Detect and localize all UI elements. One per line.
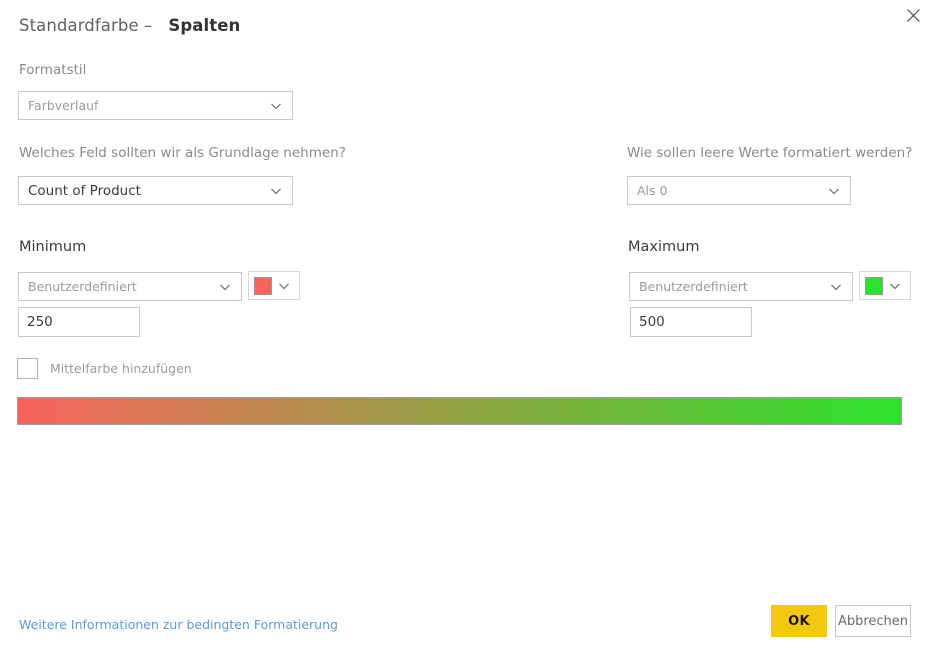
- empty-values-dropdown[interactable]: Als 0: [627, 176, 851, 205]
- minimum-mode-value: Benutzerdefiniert: [28, 279, 137, 294]
- dialog-header-prefix: Standardfarbe –: [19, 16, 153, 35]
- chevron-down-icon: [277, 279, 291, 293]
- format-style-value: Farbverlauf: [28, 98, 99, 113]
- learn-more-link[interactable]: Weitere Informationen zur bedingten Form…: [19, 617, 338, 632]
- format-style-label: Formatstil: [19, 62, 87, 78]
- chevron-down-icon: [829, 280, 843, 294]
- empty-values-value: Als 0: [637, 183, 668, 198]
- minimum-color-picker[interactable]: [248, 271, 300, 300]
- chevron-down-icon: [269, 184, 283, 198]
- color-swatch-icon: [254, 276, 272, 295]
- cancel-button[interactable]: Abbrechen: [835, 605, 911, 637]
- dialog-header-title: Spalten: [168, 16, 241, 35]
- maximum-mode-value: Benutzerdefiniert: [639, 279, 748, 294]
- minimum-section-label: Minimum: [19, 239, 87, 255]
- chevron-down-icon: [269, 99, 283, 113]
- minimum-mode-dropdown[interactable]: Benutzerdefiniert: [18, 272, 242, 301]
- dialog-header: Standardfarbe – Spalten: [19, 16, 240, 35]
- add-middle-color-checkbox[interactable]: [17, 358, 38, 379]
- ok-button[interactable]: OK: [771, 605, 827, 637]
- maximum-mode-dropdown[interactable]: Benutzerdefiniert: [629, 272, 853, 301]
- maximum-section-label: Maximum: [628, 239, 700, 255]
- color-swatch-icon: [865, 276, 883, 295]
- maximum-color-picker[interactable]: [859, 271, 911, 300]
- chevron-down-icon: [827, 184, 841, 198]
- add-middle-color-checkbox-row[interactable]: Mittelfarbe hinzufügen: [17, 358, 192, 379]
- add-middle-color-label: Mittelfarbe hinzufügen: [50, 361, 192, 376]
- gradient-preview-bar: [17, 397, 902, 425]
- format-style-dropdown[interactable]: Farbverlauf: [18, 91, 293, 120]
- base-field-label: Welches Feld sollten wir als Grundlage n…: [19, 145, 346, 161]
- base-field-value: Count of Product: [28, 182, 141, 199]
- close-icon: [906, 8, 920, 22]
- chevron-down-icon: [888, 279, 902, 293]
- minimum-value-input[interactable]: 250: [18, 307, 140, 337]
- chevron-down-icon: [218, 280, 232, 294]
- conditional-formatting-dialog: Standardfarbe – Spalten Formatstil Farbv…: [0, 0, 935, 654]
- close-button[interactable]: [891, 0, 935, 30]
- maximum-value-input[interactable]: 500: [630, 307, 752, 337]
- empty-values-label: Wie sollen leere Werte formatiert werden…: [627, 145, 913, 161]
- base-field-dropdown[interactable]: Count of Product: [18, 176, 293, 205]
